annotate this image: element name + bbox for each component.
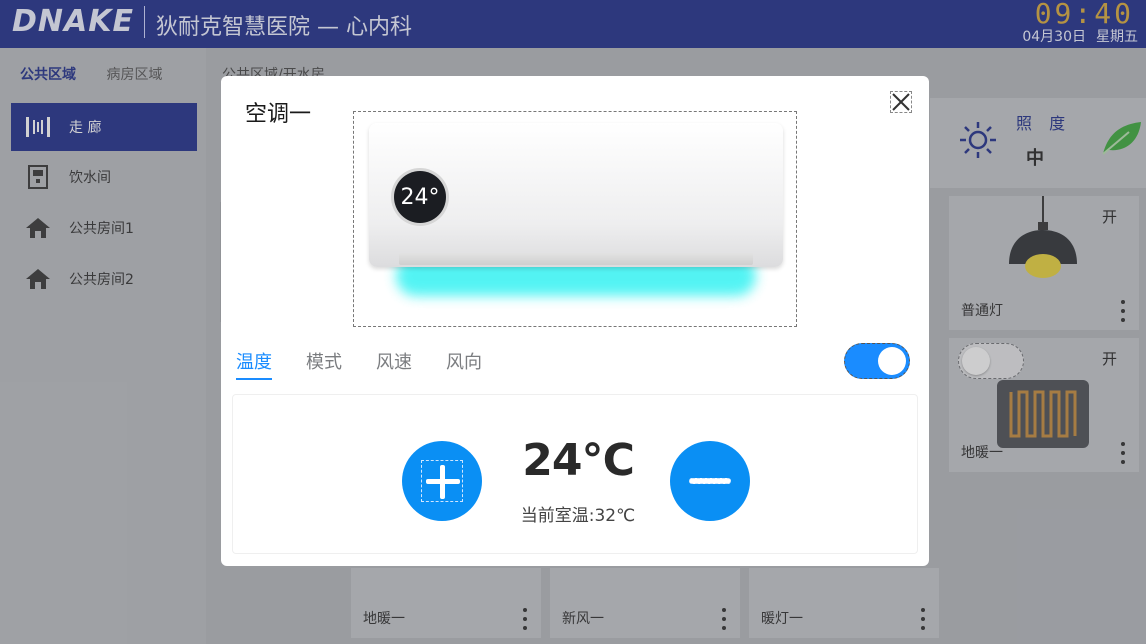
- power-toggle[interactable]: [844, 343, 910, 379]
- control-tabs: 温度 模式 风速 风向: [236, 348, 516, 380]
- tab-fan-speed[interactable]: 风速: [376, 348, 412, 380]
- ac-temperature-badge: 24°: [394, 171, 446, 223]
- ac-vent: [399, 253, 753, 265]
- decrease-temperature-button[interactable]: [670, 441, 750, 521]
- tab-wind-direction[interactable]: 风向: [446, 348, 482, 380]
- tab-temperature[interactable]: 温度: [236, 348, 272, 380]
- close-icon: [892, 93, 910, 111]
- minus-icon: [689, 478, 731, 484]
- ac-control-dialog: 空调一 24° 温度 模式 风速 风向 24℃ 当前室温:32℃: [221, 76, 929, 566]
- toggle-knob: [878, 347, 906, 375]
- ac-unit-illustration: 24°: [353, 111, 797, 327]
- increase-temperature-button[interactable]: [402, 441, 482, 521]
- plus-icon: [421, 460, 463, 502]
- set-temperature: 24℃: [522, 435, 635, 486]
- temperature-panel: 24℃ 当前室温:32℃: [232, 394, 918, 554]
- dialog-title: 空调一: [245, 102, 312, 127]
- current-room-temperature: 当前室温:32℃: [520, 506, 636, 526]
- tab-mode[interactable]: 模式: [306, 348, 342, 380]
- close-button[interactable]: [890, 91, 912, 113]
